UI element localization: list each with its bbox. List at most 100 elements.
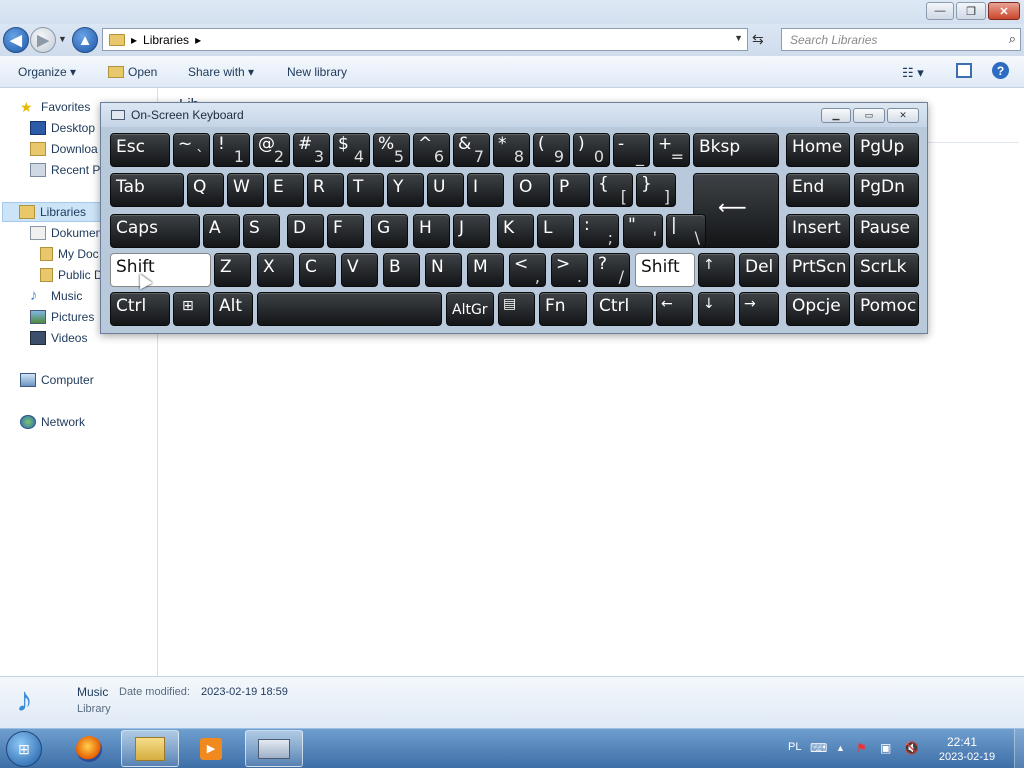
key-4[interactable]: $4 (333, 133, 370, 167)
key-pause[interactable]: Pause (854, 214, 919, 248)
sidebar-item-recent[interactable]: Recent Pl (30, 163, 103, 177)
osk-close-button[interactable]: ✕ (887, 108, 919, 123)
key-y[interactable]: Y (387, 173, 424, 207)
show-desktop-button[interactable] (1014, 729, 1024, 768)
forward-button[interactable]: ▶ (30, 27, 56, 53)
help-icon[interactable]: ? (992, 62, 1009, 79)
key-left-bracket[interactable]: {[ (593, 173, 633, 207)
key-pgup[interactable]: PgUp (854, 133, 919, 167)
key-2[interactable]: @2 (253, 133, 290, 167)
keyboard-layout-icon[interactable]: ⌨ (810, 741, 827, 755)
language-indicator[interactable]: PL (788, 741, 801, 753)
key-f[interactable]: F (327, 214, 364, 248)
taskbar-firefox[interactable] (60, 730, 118, 767)
sidebar-item-network[interactable]: Network (20, 415, 85, 429)
key-slash[interactable]: ? / (593, 253, 630, 287)
close-button[interactable]: ✕ (988, 2, 1020, 20)
start-button[interactable]: ⊞ (6, 731, 42, 767)
key-pgdn[interactable]: PgDn (854, 173, 919, 207)
key-left-ctrl[interactable]: Ctrl (110, 292, 170, 326)
key-k[interactable]: K (497, 214, 534, 248)
key-u[interactable]: U (427, 173, 464, 207)
key-o[interactable]: O (513, 173, 550, 207)
key-alt[interactable]: Alt (213, 292, 253, 326)
taskbar-media-player[interactable]: ▶ (182, 730, 240, 767)
key-up[interactable]: ↑ (698, 253, 735, 287)
key-d[interactable]: D (287, 214, 324, 248)
maximize-button[interactable]: ❐ (956, 2, 986, 20)
key-equals[interactable]: + = (653, 133, 690, 167)
key-7[interactable]: & 7 (453, 133, 490, 167)
sidebar-item-videos[interactable]: Videos (30, 331, 87, 345)
key-m[interactable]: M (467, 253, 504, 287)
sidebar-item-music[interactable]: ♪ Music (30, 288, 82, 303)
back-button[interactable]: ◀ (3, 27, 29, 53)
key-0[interactable]: ) 0 (573, 133, 610, 167)
address-path[interactable]: Libraries (143, 33, 189, 47)
key-p[interactable]: P (553, 173, 590, 207)
key-j[interactable]: J (453, 214, 490, 248)
address-dropdown-icon[interactable]: ▼ (734, 33, 743, 43)
key-1[interactable]: ! 1 (213, 133, 250, 167)
new-library-button[interactable]: New library (287, 65, 347, 79)
key-prtscn[interactable]: PrtScn (786, 253, 850, 287)
sidebar-item-public-documents[interactable]: Public D (40, 268, 103, 282)
volume-muted-icon[interactable]: 🔇 (904, 741, 919, 755)
change-view-icon[interactable]: ☷ ▾ (902, 65, 924, 81)
key-end[interactable]: End (786, 173, 850, 207)
network-tray-icon[interactable]: ▣ (880, 741, 891, 755)
key-tilde[interactable]: ~ ` (173, 133, 210, 167)
key-semicolon[interactable]: :; (579, 214, 619, 248)
key-options[interactable]: Opcje (786, 292, 850, 326)
key-quote[interactable]: " ' (623, 214, 663, 248)
key-w[interactable]: W (227, 173, 264, 207)
address-bar[interactable]: ▸ Libraries ▸ ▼ (102, 28, 748, 51)
key-e[interactable]: E (267, 173, 304, 207)
key-r[interactable]: R (307, 173, 344, 207)
sidebar-item-favorites[interactable]: ★ Favorites (20, 100, 90, 114)
sidebar-item-desktop[interactable]: Desktop (30, 121, 95, 135)
key-z[interactable]: Z (214, 253, 251, 287)
key-space[interactable] (257, 292, 442, 326)
preview-pane-icon[interactable] (956, 63, 972, 78)
key-right-shift[interactable]: Shift (635, 253, 695, 287)
key-s[interactable]: S (243, 214, 280, 248)
sidebar-item-downloads[interactable]: Downloa (30, 142, 98, 156)
key-home[interactable]: Home (786, 133, 850, 167)
key-a[interactable]: A (203, 214, 240, 248)
taskbar-explorer[interactable] (121, 730, 179, 767)
key-down[interactable]: ↓ (698, 292, 735, 326)
key-right[interactable]: → (739, 292, 779, 326)
key-i[interactable]: I (467, 173, 504, 207)
sidebar-item-computer[interactable]: Computer (20, 373, 94, 387)
key-caps[interactable]: Caps (110, 214, 200, 248)
key-backspace[interactable]: Bksp (693, 133, 779, 167)
key-8[interactable]: * 8 (493, 133, 530, 167)
key-windows[interactable]: ⊞ (173, 292, 210, 326)
action-center-icon[interactable]: ⚑ (856, 741, 867, 755)
key-fn[interactable]: Fn (539, 292, 587, 326)
search-input[interactable]: Search Libraries ⌕ (781, 28, 1021, 51)
key-period[interactable]: >. (551, 253, 588, 287)
key-c[interactable]: C (299, 253, 336, 287)
sidebar-item-pictures[interactable]: Pictures (30, 310, 94, 324)
clock-date[interactable]: 2023-02-19 (932, 751, 1002, 763)
key-q[interactable]: Q (187, 173, 224, 207)
key-right-ctrl[interactable]: Ctrl (593, 292, 653, 326)
osk-minimize-button[interactable]: ▁ (821, 108, 851, 123)
key-5[interactable]: % 5 (373, 133, 410, 167)
key-esc[interactable]: Esc (110, 133, 170, 167)
key-left-shift[interactable]: Shift (110, 253, 211, 287)
recent-pages-dropdown[interactable]: ▼ (58, 34, 67, 44)
key-3[interactable]: #3 (293, 133, 330, 167)
key-v[interactable]: V (341, 253, 378, 287)
organize-button[interactable]: Organize ▾ (18, 65, 76, 79)
key-l[interactable]: L (537, 214, 574, 248)
key-g[interactable]: G (371, 214, 408, 248)
up-button[interactable]: ▲ (72, 27, 98, 53)
key-n[interactable]: N (425, 253, 462, 287)
key-menu[interactable]: ▤ (498, 292, 535, 326)
key-b[interactable]: B (383, 253, 420, 287)
minimize-button[interactable]: — (926, 2, 954, 20)
key-del[interactable]: Del (739, 253, 779, 287)
